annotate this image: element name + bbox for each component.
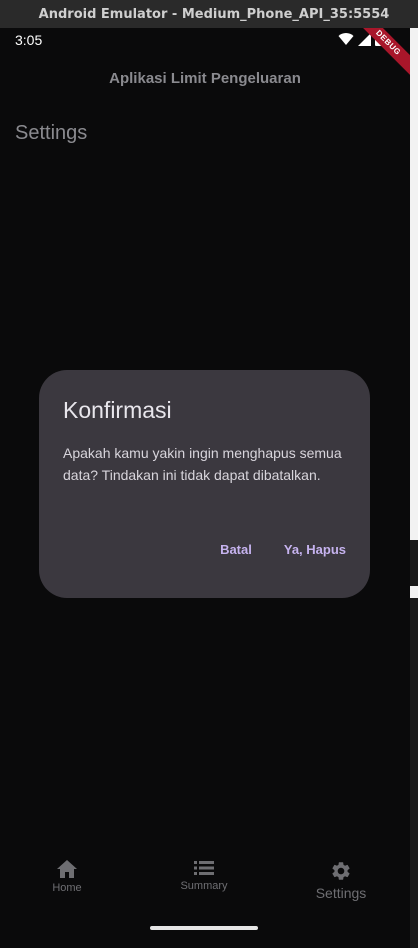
wifi-icon [338,33,354,45]
nav-label-settings: Settings [315,885,367,901]
cancel-button[interactable]: Batal [220,542,252,557]
dialog-title: Konfirmasi [63,397,172,423]
phone-screen: 3:05 DEBUG Aplikasi Limit Pengeluaran Se… [0,28,410,948]
status-time: 3:05 [15,32,43,48]
home-icon [57,860,77,878]
nav-item-summary[interactable]: Summary [170,860,238,892]
window-title: Android Emulator - Medium_Phone_API_35:5… [38,6,390,22]
background-window-edge [410,28,418,948]
dialog-message: Apakah kamu yakin ingin menghapus semua … [63,445,342,483]
confirmation-dialog: Konfirmasi Apakah kamu yakin ingin mengh… [39,370,370,598]
app-bar-title: Aplikasi Limit Pengeluaran [109,70,301,87]
nav-label-summary: Summary [180,880,228,892]
dialog-actions: Batal Ya, Hapus [220,542,346,557]
home-gesture-bar[interactable] [150,926,258,930]
nav-item-settings[interactable]: Settings [308,860,374,901]
status-bar: 3:05 [0,28,410,52]
page-title: Settings [15,122,88,144]
window-titlebar: Android Emulator - Medium_Phone_API_35:5… [0,0,418,28]
confirm-delete-button[interactable]: Ya, Hapus [284,542,346,557]
bottom-navigation: Home Summary Settings [0,860,410,920]
nav-item-home[interactable]: Home [44,860,90,894]
nav-label-home: Home [52,882,82,894]
list-icon [194,861,214,875]
gear-icon [332,862,350,880]
